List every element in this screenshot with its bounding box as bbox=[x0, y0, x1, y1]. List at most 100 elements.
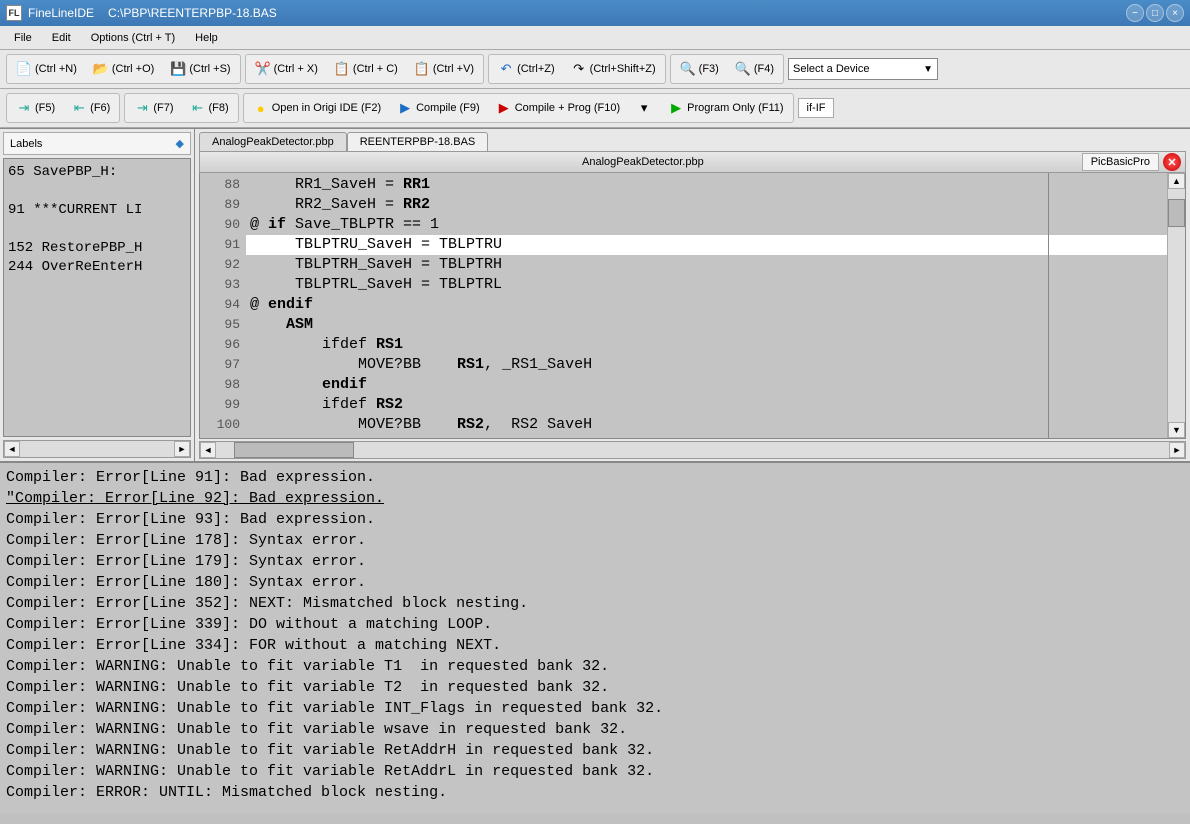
indent-f5-button[interactable]: ⇥(F5) bbox=[9, 96, 62, 120]
compile-prog-button[interactable]: ▶Compile + Prog (F10) bbox=[489, 96, 627, 120]
indent-left-icon: ⇤ bbox=[190, 100, 206, 116]
save-button[interactable]: 💾(Ctrl +S) bbox=[163, 57, 237, 81]
app-icon: FL bbox=[6, 5, 22, 21]
device-select[interactable]: Select a Device ▼ bbox=[788, 58, 938, 80]
redo-button[interactable]: ↷(Ctrl+Shift+Z) bbox=[564, 57, 663, 81]
output-line: Compiler: WARNING: Unable to fit variabl… bbox=[6, 761, 1184, 782]
scroll-left-icon[interactable]: ◄ bbox=[4, 441, 20, 457]
dropdown-arrow-button[interactable]: ▾ bbox=[629, 96, 659, 120]
menubar: File Edit Options (Ctrl + T) Help bbox=[0, 26, 1190, 50]
close-button[interactable]: × bbox=[1166, 4, 1184, 22]
device-select-label: Select a Device bbox=[793, 63, 869, 75]
code-line[interactable]: endif bbox=[246, 375, 1167, 395]
list-item[interactable] bbox=[8, 182, 186, 201]
find-button[interactable]: 🔍(F3) bbox=[673, 57, 726, 81]
f5-label: (F5) bbox=[35, 102, 55, 114]
code-content[interactable]: RR1_SaveH = RR1 RR2_SaveH = RR2@ if Save… bbox=[246, 173, 1167, 438]
close-document-button[interactable]: ✕ bbox=[1163, 153, 1181, 171]
scroll-left-icon[interactable]: ◄ bbox=[200, 442, 216, 458]
cut-button[interactable]: ✂️(Ctrl + X) bbox=[248, 57, 325, 81]
scroll-down-icon[interactable]: ▼ bbox=[1168, 422, 1185, 438]
sidebar-hscroll[interactable]: ◄ ► bbox=[3, 440, 191, 458]
list-item[interactable] bbox=[8, 220, 186, 239]
output-line: Compiler: Error[Line 352]: NEXT: Mismatc… bbox=[6, 593, 1184, 614]
file-tab[interactable]: REENTERPBP-18.BAS bbox=[347, 132, 489, 151]
list-item[interactable]: 244 OverReEnterH bbox=[8, 258, 186, 277]
copy-icon: 📋 bbox=[334, 61, 350, 77]
code-line[interactable]: TBLPTRL_SaveH = TBLPTRL bbox=[246, 275, 1167, 295]
new-button[interactable]: 📄(Ctrl +N) bbox=[9, 57, 84, 81]
list-item[interactable]: 65 SavePBP_H: bbox=[8, 163, 186, 182]
undo-button[interactable]: ↶(Ctrl+Z) bbox=[491, 57, 562, 81]
editor-vscroll[interactable]: ▲ ▼ bbox=[1167, 173, 1185, 438]
code-line[interactable]: RR1_SaveH = RR1 bbox=[246, 175, 1167, 195]
f8-button[interactable]: ⇤(F8) bbox=[183, 96, 236, 120]
open-origi-button[interactable]: ●Open in Origi IDE (F2) bbox=[246, 96, 388, 120]
code-line[interactable]: TBLPTRU_SaveH = TBLPTRU bbox=[246, 235, 1167, 255]
code-line[interactable]: TBLPTRH_SaveH = TBLPTRH bbox=[246, 255, 1167, 275]
folder-open-icon: 📂 bbox=[93, 61, 109, 77]
output-line: Compiler: WARNING: Unable to fit variabl… bbox=[6, 677, 1184, 698]
paste-icon: 📋 bbox=[414, 61, 430, 77]
scroll-right-icon[interactable]: ► bbox=[174, 441, 190, 457]
sidebar-header-label: Labels bbox=[10, 138, 42, 150]
language-badge: PicBasicPro bbox=[1082, 153, 1159, 171]
code-line[interactable]: @ if Save_TBLPTR == 1 bbox=[246, 215, 1167, 235]
f7-button[interactable]: ⇥(F7) bbox=[127, 96, 180, 120]
scroll-thumb[interactable] bbox=[1168, 199, 1185, 227]
file-tab[interactable]: AnalogPeakDetector.pbp bbox=[199, 132, 347, 151]
sidebar-labels-dropdown[interactable]: Labels ◆ bbox=[3, 132, 191, 155]
line-number: 95 bbox=[202, 315, 240, 335]
toolbar-row-1: 📄(Ctrl +N) 📂(Ctrl +O) 💾(Ctrl +S) ✂️(Ctrl… bbox=[0, 50, 1190, 89]
list-item[interactable]: 91 ***CURRENT LI bbox=[8, 201, 186, 220]
scroll-thumb[interactable] bbox=[234, 442, 354, 458]
file-tabs: AnalogPeakDetector.pbpREENTERPBP-18.BAS bbox=[195, 129, 1190, 151]
list-item[interactable]: 152 RestorePBP_H bbox=[8, 239, 186, 258]
compile-button[interactable]: ▶Compile (F9) bbox=[390, 96, 487, 120]
findnext-label: (F4) bbox=[754, 63, 774, 75]
menu-options[interactable]: Options (Ctrl + T) bbox=[81, 29, 185, 47]
scroll-right-icon[interactable]: ► bbox=[1169, 442, 1185, 458]
paste-button[interactable]: 📋(Ctrl +V) bbox=[407, 57, 481, 81]
scroll-up-icon[interactable]: ▲ bbox=[1168, 173, 1185, 189]
program-only-button[interactable]: ▶Program Only (F11) bbox=[661, 96, 790, 120]
f7-label: (F7) bbox=[153, 102, 173, 114]
code-line[interactable]: @ endif bbox=[246, 295, 1167, 315]
copy-button[interactable]: 📋(Ctrl + C) bbox=[327, 57, 405, 81]
paste-label: (Ctrl +V) bbox=[433, 63, 474, 75]
compiler-output[interactable]: Compiler: Error[Line 91]: Bad expression… bbox=[0, 461, 1190, 813]
code-line[interactable]: RR2_SaveH = RR2 bbox=[246, 195, 1167, 215]
code-editor[interactable]: 888990919293949596979899100 RR1_SaveH = … bbox=[199, 173, 1186, 439]
minimize-button[interactable]: − bbox=[1126, 4, 1144, 22]
chevron-down-icon: ▼ bbox=[923, 64, 933, 75]
line-number: 94 bbox=[202, 295, 240, 315]
sidebar: Labels ◆ 65 SavePBP_H: 91 ***CURRENT LI … bbox=[0, 129, 195, 461]
editor-hscroll[interactable]: ◄ ► bbox=[199, 441, 1186, 459]
outdent-f6-button[interactable]: ⇤(F6) bbox=[64, 96, 117, 120]
menu-file[interactable]: File bbox=[4, 29, 42, 47]
code-line[interactable]: MOVE?BB RS2, RS2 SaveH bbox=[246, 415, 1167, 435]
output-line: "Compiler: Error[Line 92]: Bad expressio… bbox=[6, 488, 1184, 509]
openorig-label: Open in Origi IDE (F2) bbox=[272, 102, 381, 114]
code-line[interactable]: ifdef RS2 bbox=[246, 395, 1167, 415]
f8-label: (F8) bbox=[209, 102, 229, 114]
code-line[interactable]: MOVE?BB RS1, _RS1_SaveH bbox=[246, 355, 1167, 375]
compile-label: Compile (F9) bbox=[416, 102, 480, 114]
search-next-icon: 🔍 bbox=[735, 61, 751, 77]
line-number: 92 bbox=[202, 255, 240, 275]
menu-edit[interactable]: Edit bbox=[42, 29, 81, 47]
menu-help[interactable]: Help bbox=[185, 29, 228, 47]
output-line: Compiler: ERROR: UNTIL: Mismatched block… bbox=[6, 782, 1184, 803]
output-line: Compiler: Error[Line 179]: Syntax error. bbox=[6, 551, 1184, 572]
code-line[interactable]: ASM bbox=[246, 315, 1167, 335]
code-line[interactable]: ifdef RS1 bbox=[246, 335, 1167, 355]
app-name: FineLineIDE bbox=[28, 6, 94, 20]
output-line: Compiler: WARNING: Unable to fit variabl… bbox=[6, 719, 1184, 740]
findnext-button[interactable]: 🔍(F4) bbox=[728, 57, 781, 81]
circle-yellow-icon: ● bbox=[253, 100, 269, 116]
editor-area: AnalogPeakDetector.pbpREENTERPBP-18.BAS … bbox=[195, 129, 1190, 461]
open-button[interactable]: 📂(Ctrl +O) bbox=[86, 57, 161, 81]
maximize-button[interactable]: □ bbox=[1146, 4, 1164, 22]
line-number: 97 bbox=[202, 355, 240, 375]
labels-list[interactable]: 65 SavePBP_H: 91 ***CURRENT LI 152 Resto… bbox=[3, 158, 191, 437]
